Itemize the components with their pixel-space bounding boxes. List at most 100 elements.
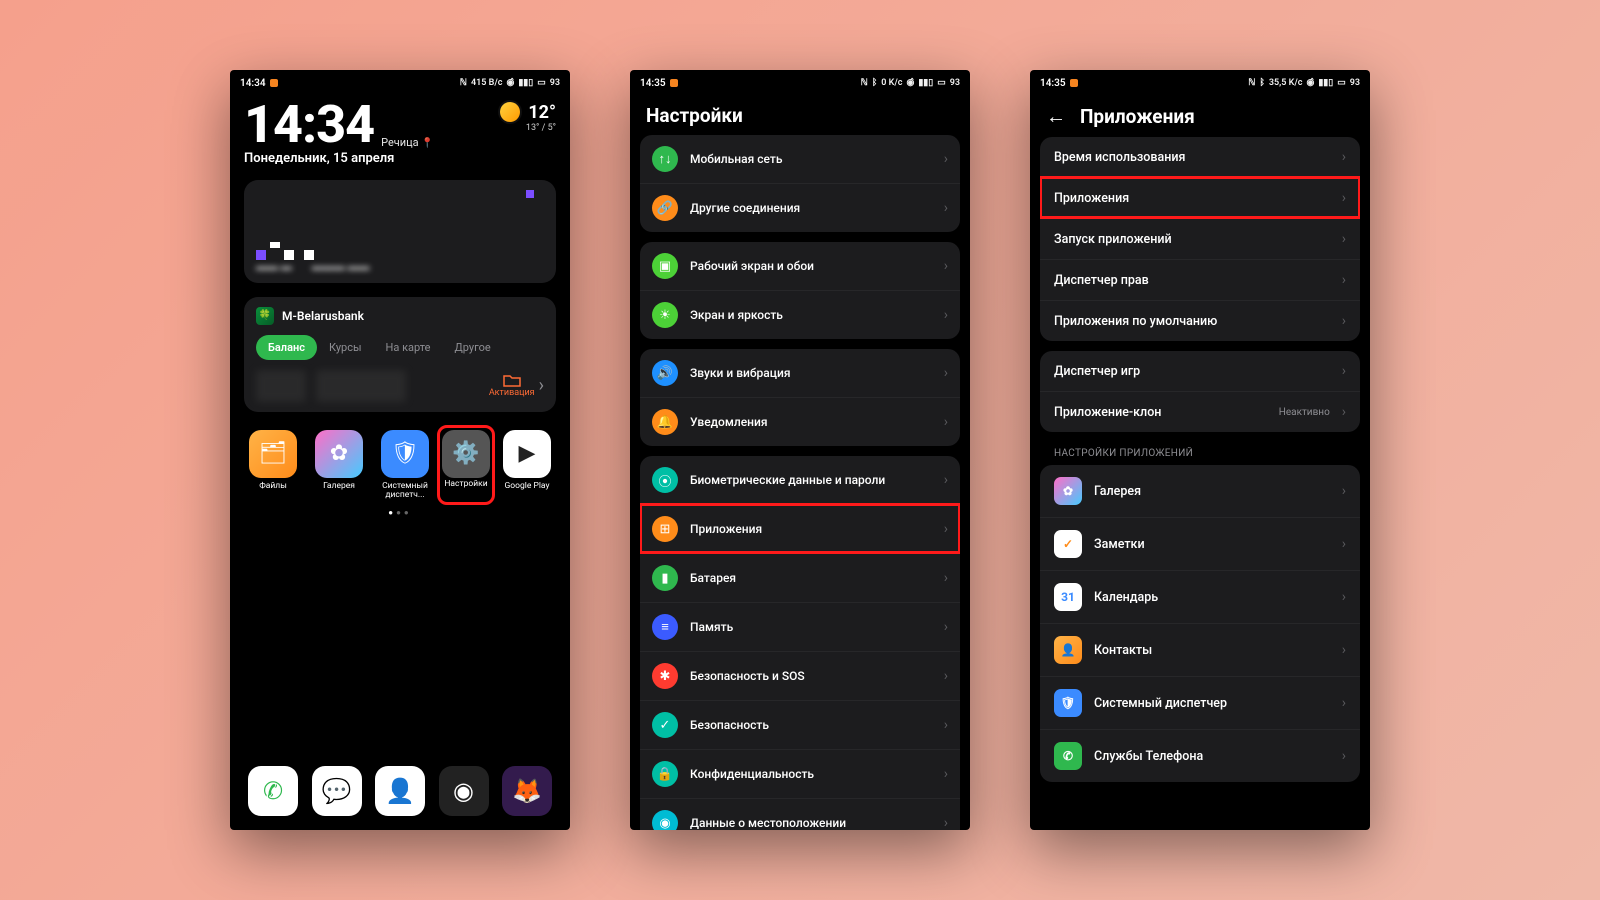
app-icon: ✆ <box>1054 742 1082 770</box>
row-icon: ⦿ <box>652 467 678 493</box>
bank-app-icon: 🍀 <box>256 307 274 325</box>
bank-tab-rates[interactable]: Курсы <box>317 335 374 360</box>
battery-pct: 93 <box>950 78 960 88</box>
settings-row-биометрические-данные-и-пароли[interactable]: ⦿ Биометрические данные и пароли › <box>640 456 960 504</box>
row-icon: ◉ <box>652 810 678 830</box>
chevron-right-icon: › <box>944 258 948 274</box>
row-icon: ▮ <box>652 565 678 591</box>
app-entry-системный-диспетчер[interactable]: 🛡 Системный диспетчер › <box>1040 676 1360 729</box>
row-label: Запуск приложений <box>1054 232 1330 247</box>
weather-widget[interactable]: 12° 13° / 5° <box>500 102 556 133</box>
status-bar: 14:35 ℕ ᛒ 35,5 K/c ◉̂ ▮▮▯ ▭ 93 <box>1030 70 1370 94</box>
bank-activate[interactable]: Активация <box>489 373 535 398</box>
dock-messages[interactable]: 💬 <box>312 766 362 816</box>
clock-city: Речица <box>381 136 419 149</box>
row-icon: ☀ <box>652 302 678 328</box>
dock-camera[interactable]: ◉ <box>439 766 489 816</box>
bt-icon: ᛒ <box>1259 78 1264 88</box>
row-label: Мобильная сеть <box>690 152 932 166</box>
recording-indicator-icon <box>1070 79 1078 87</box>
music-widget[interactable]: ▬▬ ▬▬▬▬ ▬▬ <box>244 180 556 283</box>
bank-tab-balance[interactable]: Баланс <box>256 335 317 360</box>
wifi-icon: ◉̂ <box>1306 78 1314 88</box>
settings-row-мобильная-сеть[interactable]: ↑↓ Мобильная сеть › <box>640 135 960 183</box>
back-button[interactable]: ← <box>1046 104 1066 129</box>
app-entry-контакты[interactable]: 👤 Контакты › <box>1040 623 1360 676</box>
row-label: Системный диспетчер <box>1094 696 1330 711</box>
row-icon: 🔗 <box>652 195 678 221</box>
app-entry-календарь[interactable]: 31 Календарь › <box>1040 570 1360 623</box>
battery-icon: ▭ <box>937 78 946 88</box>
apps-row-запуск-приложений[interactable]: Запуск приложений › <box>1040 218 1360 259</box>
settings-row-батарея[interactable]: ▮ Батарея › <box>640 553 960 602</box>
chevron-right-icon: › <box>944 365 948 381</box>
apps-row-приложение-клон[interactable]: Приложение-клон Неактивно › <box>1040 391 1360 432</box>
nfc-icon: ℕ <box>861 78 868 88</box>
chevron-right-icon: › <box>944 200 948 216</box>
wifi-icon: ◉̂ <box>906 78 914 88</box>
dock-contacts[interactable]: 👤 <box>375 766 425 816</box>
row-icon: ✱ <box>652 663 678 689</box>
page-title: Настройки <box>630 94 970 135</box>
nfc-icon: ℕ <box>460 78 467 88</box>
chevron-right-icon: › <box>1342 149 1346 165</box>
dock-phone[interactable]: ✆ <box>248 766 298 816</box>
gear-icon: ⚙️ <box>442 430 490 478</box>
row-icon: 🔔 <box>652 409 678 435</box>
chevron-right-icon: › <box>1342 231 1346 247</box>
settings-row-звуки-и-вибрация[interactable]: 🔊 Звуки и вибрация › <box>640 349 960 397</box>
settings-row-безопасность-и-sos[interactable]: ✱ Безопасность и SOS › <box>640 651 960 700</box>
row-label: Конфиденциальность <box>690 767 932 781</box>
row-label: Приложение-клон <box>1054 405 1267 420</box>
app-files[interactable]: 🗂Файлы <box>244 430 302 501</box>
settings-row-другие-соединения[interactable]: 🔗 Другие соединения › <box>640 183 960 232</box>
chevron-right-icon: › <box>1342 483 1346 499</box>
chevron-right-icon: › <box>944 668 948 684</box>
signal-icon: ▮▮▯ <box>518 78 533 88</box>
settings-row-конфиденциальность[interactable]: 🔒 Конфиденциальность › <box>640 749 960 798</box>
settings-row-рабочий-экран-и-обои[interactable]: ▣ Рабочий экран и обои › <box>640 242 960 290</box>
status-time: 14:34 <box>240 78 266 89</box>
row-label: Безопасность <box>690 718 932 732</box>
chevron-right-icon: › <box>1342 589 1346 605</box>
apps-row-время-использования[interactable]: Время использования › <box>1040 137 1360 177</box>
apps-row-диспетчер-прав[interactable]: Диспетчер прав › <box>1040 259 1360 300</box>
settings-row-приложения[interactable]: ⊞ Приложения › <box>640 504 960 553</box>
settings-row-данные-о-местоположении[interactable]: ◉ Данные о местоположении › <box>640 798 960 830</box>
weather-temp: 12° <box>526 102 556 123</box>
bank-widget[interactable]: 🍀M-Belarusbank Баланс Курсы На карте Дру… <box>244 297 556 412</box>
app-settings-highlighted[interactable]: ⚙️Настройки <box>437 425 495 506</box>
settings-row-безопасность[interactable]: ✓ Безопасность › <box>640 700 960 749</box>
clock-date: Понедельник, 15 апреля <box>244 151 434 166</box>
app-icon: 🛡 <box>1054 689 1082 717</box>
settings-row-память[interactable]: ≡ Память › <box>640 602 960 651</box>
bank-tab-other[interactable]: Другое <box>442 335 502 360</box>
chevron-right-icon: › <box>944 815 948 830</box>
settings-row-экран-и-яркость[interactable]: ☀ Экран и яркость › <box>640 290 960 339</box>
files-icon: 🗂 <box>249 430 297 478</box>
apps-row-приложения[interactable]: Приложения › <box>1040 177 1360 218</box>
chevron-right-icon: › <box>944 521 948 537</box>
chevron-right-icon: › <box>1342 272 1346 288</box>
settings-row-уведомления[interactable]: 🔔 Уведомления › <box>640 397 960 446</box>
bank-tab-map[interactable]: На карте <box>374 335 443 360</box>
location-icon: 📍 <box>421 138 433 149</box>
chevron-right-icon: › <box>944 414 948 430</box>
app-entry-заметки[interactable]: ✓ Заметки › <box>1040 517 1360 570</box>
row-label: Приложения <box>1054 191 1330 206</box>
app-google-play[interactable]: ▶Google Play <box>498 430 556 501</box>
battery-icon: ▭ <box>537 78 546 88</box>
app-entry-службы-телефона[interactable]: ✆ Службы Телефона › <box>1040 729 1360 782</box>
row-label: Приложения по умолчанию <box>1054 314 1330 329</box>
weather-range: 13° / 5° <box>526 123 556 133</box>
app-entry-галерея[interactable]: ✿ Галерея › <box>1040 465 1360 517</box>
phone-home-screen: 14:34 ℕ 415 B/c ◉̂ ▮▮▯ ▭ 93 14:34 Речица… <box>230 70 570 830</box>
app-system-manager[interactable]: 🛡Системный диспетч... <box>376 430 434 501</box>
chevron-right-icon: › <box>1342 695 1346 711</box>
apps-row-приложения-по-умолчанию[interactable]: Приложения по умолчанию › <box>1040 300 1360 341</box>
dock-firefox[interactable]: 🦊 <box>502 766 552 816</box>
clock-widget[interactable]: 14:34 Речица 📍 Понедельник, 15 апреля <box>244 102 434 166</box>
apps-row-диспетчер-игр[interactable]: Диспетчер игр › <box>1040 351 1360 391</box>
net-speed: 0 K/c <box>881 78 902 88</box>
app-gallery[interactable]: ✿Галерея <box>310 430 368 501</box>
